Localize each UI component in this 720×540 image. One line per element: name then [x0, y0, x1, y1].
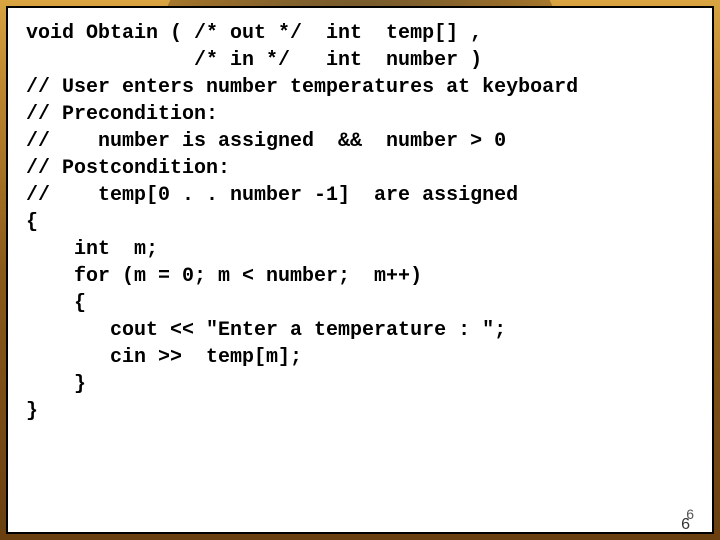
code-line: // number is assigned && number > 0 — [26, 128, 694, 155]
code-line: void Obtain ( /* out */ int temp[] , — [26, 20, 694, 47]
code-line: // temp[0 . . number -1] are assigned — [26, 182, 694, 209]
code-line: int m; — [26, 236, 694, 263]
page-number-outer: 6 — [681, 516, 690, 534]
code-line: { — [26, 209, 694, 236]
slide-background: void Obtain ( /* out */ int temp[] , /* … — [0, 0, 720, 540]
code-line: cout << "Enter a temperature : "; — [26, 317, 694, 344]
code-line: } — [26, 398, 694, 425]
code-line: { — [26, 290, 694, 317]
code-container: void Obtain ( /* out */ int temp[] , /* … — [6, 6, 714, 534]
code-line: cin >> temp[m]; — [26, 344, 694, 371]
code-line: } — [26, 371, 694, 398]
code-line: // User enters number temperatures at ke… — [26, 74, 694, 101]
code-line: // Postcondition: — [26, 155, 694, 182]
code-line: for (m = 0; m < number; m++) — [26, 263, 694, 290]
code-line: /* in */ int number ) — [26, 47, 694, 74]
code-line: // Precondition: — [26, 101, 694, 128]
